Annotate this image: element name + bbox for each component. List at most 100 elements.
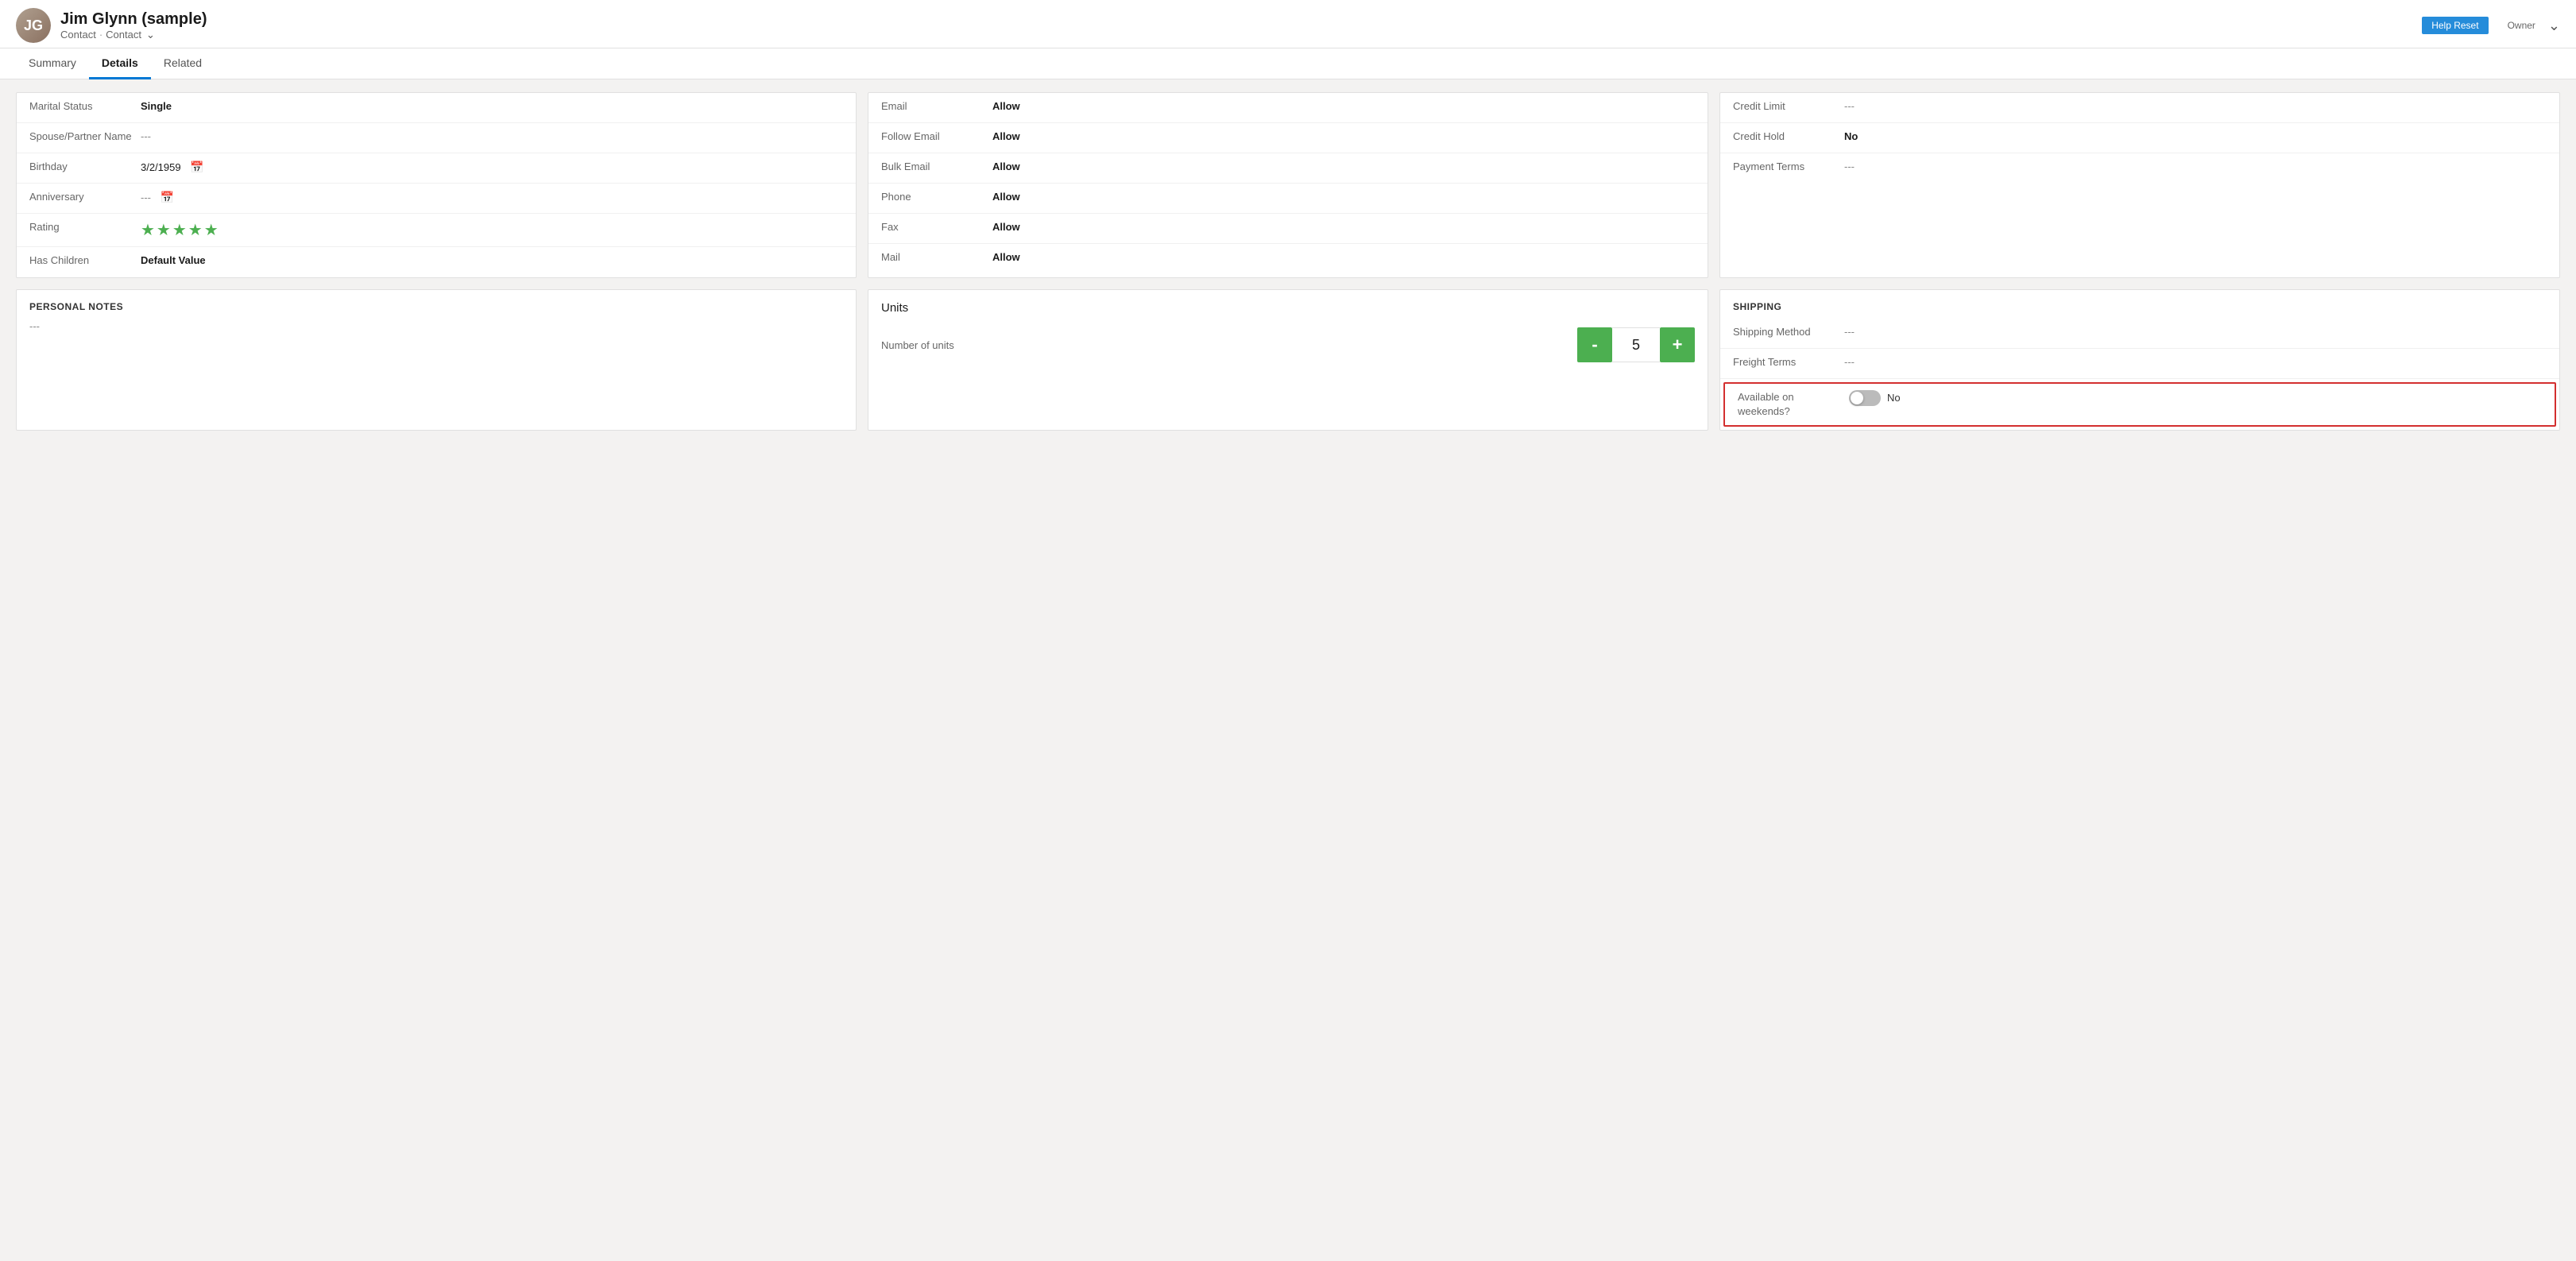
toggle-thumb: [1851, 392, 1863, 404]
units-label: Number of units: [881, 339, 1577, 351]
personal-notes-content: ---: [29, 320, 843, 332]
value-available-weekends: No: [1849, 390, 2542, 406]
label-payment-terms: Payment Terms: [1733, 160, 1844, 174]
value-freight-terms: ---: [1844, 355, 2547, 369]
units-minus-button[interactable]: -: [1577, 327, 1612, 362]
personal-notes-title: PERSONAL NOTES: [29, 301, 843, 312]
value-follow-email: Allow: [992, 130, 1695, 144]
value-credit-hold: No: [1844, 130, 2547, 144]
value-has-children: Default Value: [141, 253, 843, 268]
field-has-children: Has Children Default Value: [17, 247, 856, 277]
value-email: Allow: [992, 99, 1695, 114]
tab-related[interactable]: Related: [151, 48, 215, 79]
calendar-icon-anniversary[interactable]: 📅: [161, 191, 174, 203]
value-spouse: ---: [141, 130, 843, 144]
available-weekends-toggle[interactable]: [1849, 390, 1881, 406]
field-email: Email Allow: [868, 93, 1708, 123]
label-follow-email: Follow Email: [881, 130, 992, 144]
main-content: Marital Status Single Spouse/Partner Nam…: [0, 79, 2576, 1261]
value-mail: Allow: [992, 250, 1695, 265]
field-anniversary: Anniversary --- 📅: [17, 184, 856, 214]
avatar: JG: [16, 8, 51, 43]
label-fax: Fax: [881, 220, 992, 234]
field-available-weekends: Available on weekends? No: [1723, 382, 2556, 427]
field-spouse: Spouse/Partner Name ---: [17, 123, 856, 153]
avatar-image: JG: [16, 8, 51, 43]
header-chevron-down-icon[interactable]: ⌄: [2548, 17, 2560, 34]
bottom-row: PERSONAL NOTES --- Units Number of units…: [16, 289, 2560, 431]
chevron-down-icon[interactable]: ⌄: [146, 29, 155, 41]
units-title: Units: [881, 301, 1695, 315]
tab-summary[interactable]: Summary: [16, 48, 89, 79]
label-rating: Rating: [29, 220, 141, 234]
label-credit-limit: Credit Limit: [1733, 99, 1844, 114]
value-phone: Allow: [992, 190, 1695, 204]
toggle-label: No: [1887, 391, 1901, 405]
toggle-track: [1849, 390, 1881, 406]
header-right: Help Reset Owner ⌄: [2422, 17, 2560, 34]
field-freight-terms: Freight Terms ---: [1720, 349, 2559, 379]
label-shipping-method: Shipping Method: [1733, 325, 1844, 339]
header-left: JG Jim Glynn (sample) Contact · Contact …: [16, 8, 207, 43]
units-value: 5: [1612, 327, 1660, 362]
label-freight-terms: Freight Terms: [1733, 355, 1844, 369]
field-birthday: Birthday 3/2/1959 📅: [17, 153, 856, 184]
units-card: Units Number of units - 5 +: [868, 289, 1708, 431]
field-phone: Phone Allow: [868, 184, 1708, 214]
value-marital-status: Single: [141, 99, 843, 114]
units-row: Number of units - 5 +: [881, 327, 1695, 362]
field-shipping-method: Shipping Method ---: [1720, 319, 2559, 349]
units-controls: - 5 +: [1577, 327, 1695, 362]
personal-info-card: Marital Status Single Spouse/Partner Nam…: [16, 92, 857, 278]
owner-section: Owner: [2508, 20, 2535, 31]
top-row: Marital Status Single Spouse/Partner Nam…: [16, 92, 2560, 278]
value-bulk-email: Allow: [992, 160, 1695, 174]
label-anniversary: Anniversary: [29, 190, 141, 204]
calendar-icon-birthday[interactable]: 📅: [190, 161, 203, 173]
personal-notes-card: PERSONAL NOTES ---: [16, 289, 857, 431]
shipping-section-title: SHIPPING: [1720, 290, 2559, 319]
tabs-bar: Summary Details Related: [0, 48, 2576, 79]
tab-details[interactable]: Details: [89, 48, 151, 79]
field-fax: Fax Allow: [868, 214, 1708, 244]
contact-type: Contact · Contact ⌄: [60, 29, 207, 41]
label-bulk-email: Bulk Email: [881, 160, 992, 174]
value-credit-limit: ---: [1844, 99, 2547, 114]
billing-card: Credit Limit --- Credit Hold No Payment …: [1719, 92, 2560, 278]
label-spouse: Spouse/Partner Name: [29, 130, 141, 144]
label-marital-status: Marital Status: [29, 99, 141, 114]
help-reset-button[interactable]: Help Reset: [2422, 17, 2488, 34]
field-marital-status: Marital Status Single: [17, 93, 856, 123]
value-fax: Allow: [992, 220, 1695, 234]
field-credit-hold: Credit Hold No: [1720, 123, 2559, 153]
value-birthday: 3/2/1959 📅: [141, 160, 843, 176]
contact-name: Jim Glynn (sample): [60, 10, 207, 29]
label-birthday: Birthday: [29, 160, 141, 174]
label-phone: Phone: [881, 190, 992, 204]
contact-type-2: Contact: [106, 29, 141, 41]
label-email: Email: [881, 99, 992, 114]
contact-type-1: Contact: [60, 29, 96, 41]
owner-label: Owner: [2508, 20, 2535, 31]
units-plus-button[interactable]: +: [1660, 327, 1695, 362]
field-mail: Mail Allow: [868, 244, 1708, 274]
header: JG Jim Glynn (sample) Contact · Contact …: [0, 0, 2576, 48]
value-anniversary: --- 📅: [141, 190, 843, 206]
field-credit-limit: Credit Limit ---: [1720, 93, 2559, 123]
label-mail: Mail: [881, 250, 992, 265]
value-shipping-method: ---: [1844, 325, 2547, 339]
rating-stars: ★★★★★: [141, 220, 220, 240]
label-available-weekends: Available on weekends?: [1738, 390, 1849, 419]
field-bulk-email: Bulk Email Allow: [868, 153, 1708, 184]
dot-separator: ·: [99, 29, 102, 41]
field-rating: Rating ★★★★★: [17, 214, 856, 247]
value-payment-terms: ---: [1844, 160, 2547, 174]
label-credit-hold: Credit Hold: [1733, 130, 1844, 144]
field-follow-email: Follow Email Allow: [868, 123, 1708, 153]
toggle-container: No: [1849, 390, 2542, 406]
contact-preferences-card: Email Allow Follow Email Allow Bulk Emai…: [868, 92, 1708, 278]
shipping-card: SHIPPING Shipping Method --- Freight Ter…: [1719, 289, 2560, 431]
field-payment-terms: Payment Terms ---: [1720, 153, 2559, 184]
header-info: Jim Glynn (sample) Contact · Contact ⌄: [60, 10, 207, 41]
label-has-children: Has Children: [29, 253, 141, 268]
